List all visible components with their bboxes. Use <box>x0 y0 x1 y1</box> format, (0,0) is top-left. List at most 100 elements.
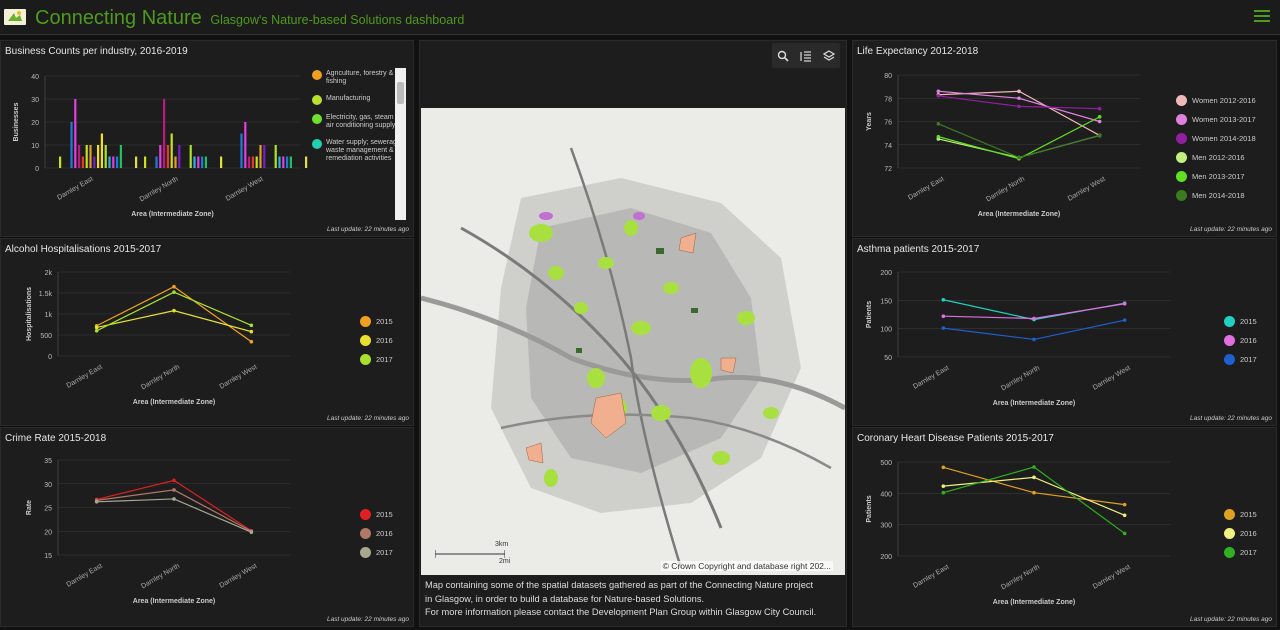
legend-swatch <box>360 547 371 558</box>
app-logo <box>4 9 26 25</box>
legend-item[interactable]: Agriculture, forestry & fishing <box>312 70 406 86</box>
legend-label: 2016 <box>376 336 393 345</box>
last-update: Last update: 22 minutes ago <box>326 415 409 422</box>
legend-label: 2016 <box>1240 336 1257 345</box>
business-legend: Agriculture, forestry & fishing Manufactu… <box>312 70 406 220</box>
scale-km: 3km <box>495 541 509 548</box>
legend-item[interactable]: Manufacturing <box>312 95 406 105</box>
map-scale-bar: 3km 2mi <box>434 541 510 565</box>
legend-swatch <box>1224 354 1235 365</box>
legend-item[interactable]: 2016 <box>1224 524 1257 543</box>
last-update: Last update: 22 minutes ago <box>1189 226 1272 233</box>
app-subtitle: Glasgow's Nature-based Solutions dashboa… <box>210 13 465 27</box>
legend-item[interactable]: Women 2013-2017 <box>1176 110 1256 129</box>
legend-label: Women 2012-2016 <box>1192 96 1256 105</box>
chart-legend: 2015 2016 2017 <box>360 312 393 369</box>
legend-swatch <box>1176 114 1187 125</box>
legend-label: 2015 <box>376 510 393 519</box>
app-header: Connecting Nature Glasgow's Nature-based… <box>0 0 1280 35</box>
legend-item[interactable]: Men 2014-2018 <box>1176 186 1256 205</box>
legend-item[interactable]: 2016 <box>360 524 393 543</box>
legend-label: Agriculture, forestry & fishing <box>326 70 394 85</box>
legend-item[interactable]: Men 2013-2017 <box>1176 167 1256 186</box>
legend-label: 2017 <box>1240 355 1257 364</box>
map-toolbar <box>772 43 840 68</box>
asthma-panel: Asthma patients 2015-2017 Last update: 2… <box>852 238 1277 426</box>
alcohol-hospitalisations-panel: Alcohol Hospitalisations 2015-2017 Last … <box>0 238 414 426</box>
panel-title: Business Counts per industry, 2016-2019 <box>5 46 188 57</box>
legend-swatch <box>1224 316 1235 327</box>
legend-item[interactable]: Electricity, gas, steam & air conditioni… <box>312 114 406 130</box>
legend-label: Men 2012-2016 <box>1192 153 1245 162</box>
app-title: Connecting Nature Glasgow's Nature-based… <box>35 7 464 30</box>
legend-swatch <box>1224 335 1235 346</box>
legend-item[interactable]: 2017 <box>1224 350 1257 369</box>
legend-item[interactable]: 2017 <box>1224 543 1257 562</box>
last-update: Last update: 22 minutes ago <box>326 226 409 233</box>
legend-swatch <box>312 114 322 124</box>
legend-label: Water supply; sewerage, waste management… <box>326 139 403 162</box>
legend-swatch <box>360 335 371 346</box>
panel-title: Life Expectancy 2012-2018 <box>857 46 979 57</box>
last-update: Last update: 22 minutes ago <box>1189 415 1272 422</box>
chart-legend: 2015 2016 2017 <box>360 505 393 562</box>
last-update: Last update: 22 minutes ago <box>326 616 409 623</box>
legend-swatch <box>1176 190 1187 201</box>
legend-label: 2017 <box>1240 548 1257 557</box>
legend-item[interactable]: 2016 <box>1224 331 1257 350</box>
chart-legend: 2015 2016 2017 <box>1224 312 1257 369</box>
legend-swatch <box>1224 528 1235 539</box>
legend-swatch <box>360 528 371 539</box>
legend-item[interactable]: 2015 <box>360 505 393 524</box>
legend-swatch <box>312 70 322 80</box>
legend-swatch <box>312 139 322 149</box>
legend-label: 2017 <box>376 548 393 557</box>
legend-swatch <box>360 354 371 365</box>
legend-item[interactable]: 2015 <box>360 312 393 331</box>
legend-label: Women 2013-2017 <box>1192 115 1256 124</box>
map-caption: Map containing some of the spatial datas… <box>425 579 843 620</box>
legend-label: Men 2014-2018 <box>1192 191 1245 200</box>
legend-swatch <box>360 316 371 327</box>
legend-item[interactable]: 2015 <box>1224 505 1257 524</box>
legend-label: 2016 <box>1240 529 1257 538</box>
legend-item[interactable]: Men 2012-2016 <box>1176 148 1256 167</box>
panel-title: Asthma patients 2015-2017 <box>857 244 980 255</box>
legend-swatch <box>1176 171 1187 182</box>
last-update: Last update: 22 minutes ago <box>1189 616 1272 623</box>
scrollbar-thumb[interactable] <box>397 82 404 104</box>
caption-line: in Glasgow, in order to build a database… <box>425 593 705 604</box>
legend-swatch <box>1176 95 1187 106</box>
legend-label: Manufacturing <box>326 95 371 102</box>
legend-label: 2016 <box>376 529 393 538</box>
legend-scrollbar[interactable] <box>395 68 406 220</box>
search-icon[interactable] <box>773 46 793 66</box>
legend-label: Women 2014-2018 <box>1192 134 1256 143</box>
legend-item[interactable]: 2015 <box>1224 312 1257 331</box>
map-canvas <box>421 108 845 575</box>
legend-label: Electricity, gas, steam & air conditioni… <box>326 114 401 129</box>
layers-icon[interactable] <box>819 46 839 66</box>
legend-item[interactable]: Women 2012-2016 <box>1176 91 1256 110</box>
chart-legend: 2015 2016 2017 <box>1224 505 1257 562</box>
crime-rate-panel: Crime Rate 2015-2018 Last update: 22 min… <box>0 427 414 627</box>
legend-item[interactable]: Women 2014-2018 <box>1176 129 1256 148</box>
legend-swatch <box>312 95 322 105</box>
legend-swatch <box>1224 547 1235 558</box>
hamburger-menu-icon[interactable] <box>1254 8 1270 24</box>
map-copyright: © Crown Copyright and database right 202… <box>660 561 833 571</box>
legend-icon[interactable] <box>796 46 816 66</box>
map-view[interactable]: 3km 2mi © Crown Copyright and database r… <box>421 108 845 575</box>
legend-label: 2015 <box>1240 510 1257 519</box>
panel-title: Alcohol Hospitalisations 2015-2017 <box>5 244 162 255</box>
caption-line: Map containing some of the spatial datas… <box>425 580 814 590</box>
app-title-main: Connecting Nature <box>35 7 202 29</box>
legend-item[interactable]: Water supply; sewerage, waste management… <box>312 139 406 163</box>
panel-title: Crime Rate 2015-2018 <box>5 433 107 444</box>
legend-item[interactable]: 2017 <box>360 543 393 562</box>
legend-swatch <box>1176 152 1187 163</box>
legend-item[interactable]: 2017 <box>360 350 393 369</box>
legend-swatch <box>360 509 371 520</box>
legend-label: 2015 <box>1240 317 1257 326</box>
legend-item[interactable]: 2016 <box>360 331 393 350</box>
